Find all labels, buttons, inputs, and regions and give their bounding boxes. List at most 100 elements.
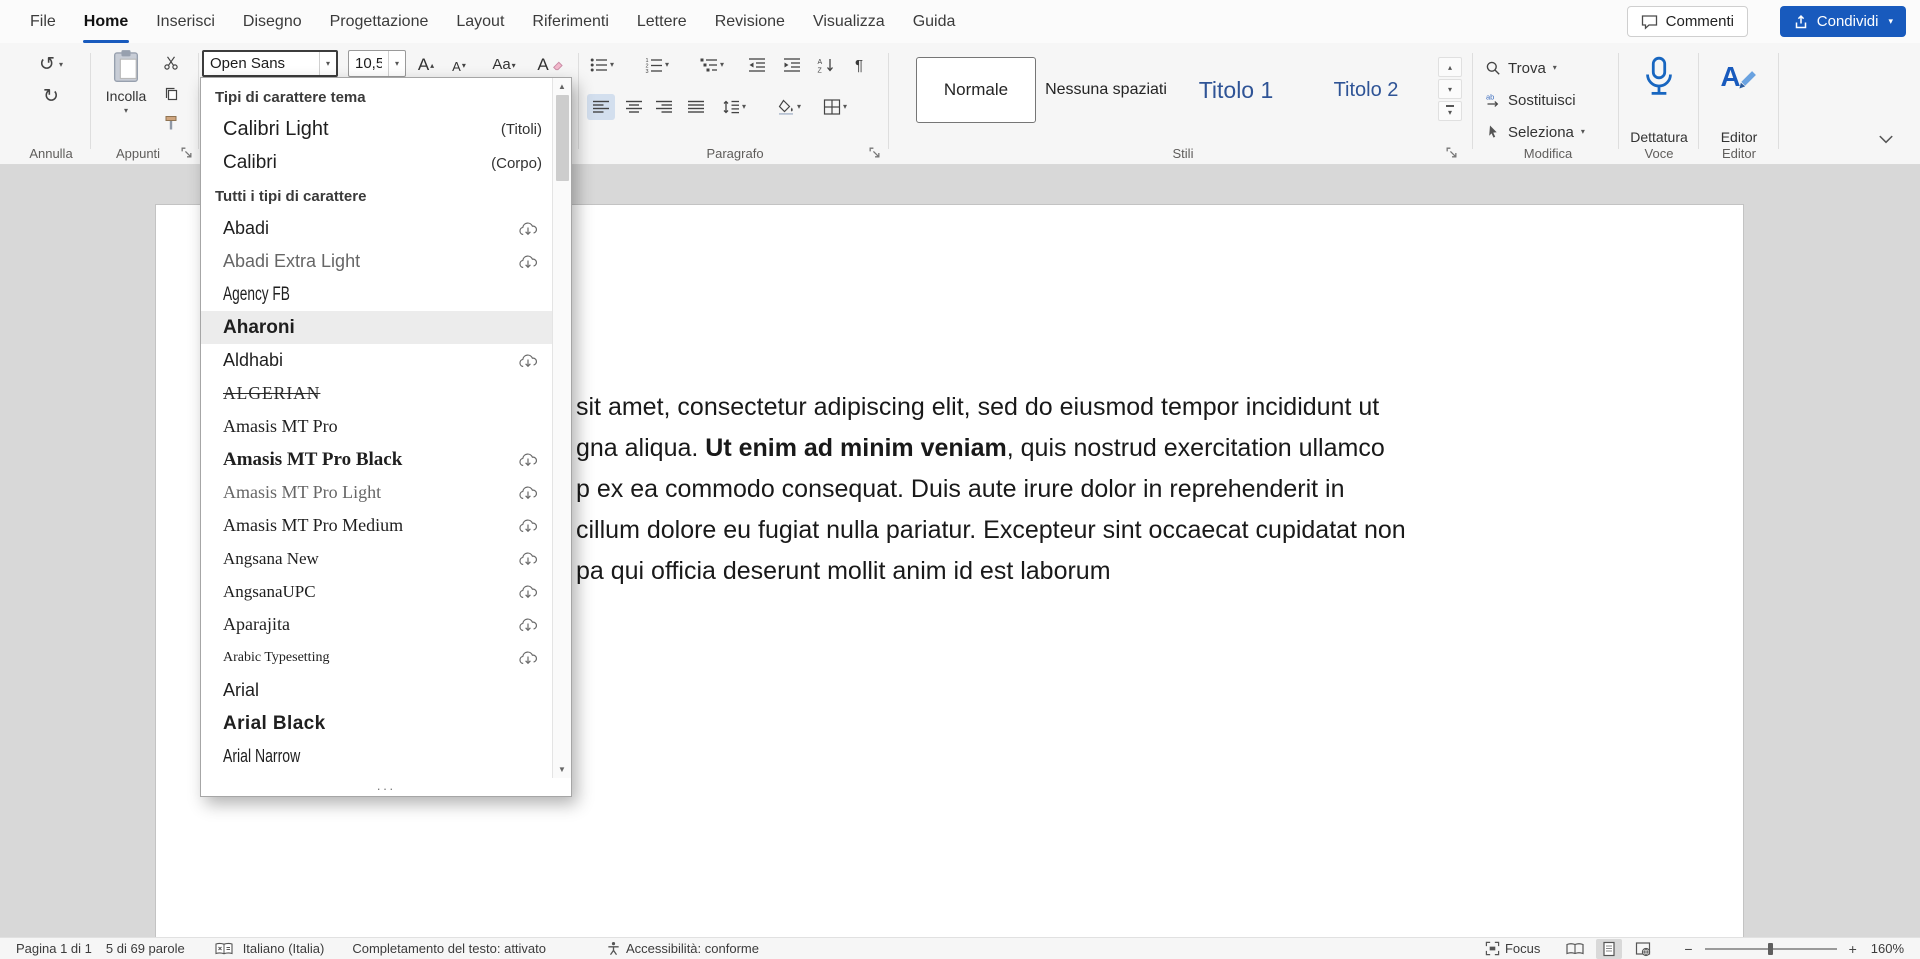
tab-file[interactable]: File: [16, 0, 70, 43]
styles-scroll-up-button[interactable]: ▴: [1438, 57, 1462, 77]
decrease-indent-button[interactable]: [743, 52, 771, 78]
styles-gallery-more-button[interactable]: ▾: [1438, 101, 1462, 121]
zoom-slider[interactable]: [1705, 939, 1837, 959]
font-size-combobox[interactable]: ▾: [348, 50, 406, 77]
font-option-arial[interactable]: Arial: [201, 674, 552, 707]
font-option-arial-black[interactable]: Arial Black: [201, 707, 552, 740]
font-name-input[interactable]: [204, 52, 319, 75]
accessibility-status[interactable]: Accessibilità: conforme: [606, 941, 759, 956]
font-option-arabic-typesetting[interactable]: Arabic Typesetting: [201, 641, 552, 674]
copy-button[interactable]: [158, 81, 184, 105]
chevron-down-icon[interactable]: ▾: [742, 103, 746, 111]
style-normale[interactable]: Normale: [916, 57, 1036, 123]
align-right-button[interactable]: [650, 94, 678, 120]
font-option-abadi[interactable]: Abadi: [201, 212, 552, 245]
dropdown-resize-grip[interactable]: ···: [201, 780, 571, 796]
dictate-button[interactable]: [1622, 55, 1696, 99]
font-option-abadi-extra-light[interactable]: Abadi Extra Light: [201, 245, 552, 278]
line-spacing-button[interactable]: ▾: [715, 94, 753, 120]
style-titolo-1[interactable]: Titolo 1: [1176, 57, 1296, 123]
style-nessuna-spaziatura[interactable]: Nessuna spaziati: [1046, 57, 1166, 123]
tab-riferimenti[interactable]: Riferimenti: [518, 0, 622, 43]
dropdown-scrollbar[interactable]: ▲ ▼: [552, 78, 571, 778]
tab-visualizza[interactable]: Visualizza: [799, 0, 899, 43]
zoom-level[interactable]: 160%: [1871, 941, 1904, 956]
focus-mode-button[interactable]: Focus: [1485, 941, 1540, 956]
chevron-down-icon[interactable]: ▾: [610, 61, 614, 69]
chevron-down-icon[interactable]: ▾: [1553, 64, 1557, 72]
font-option-aharoni[interactable]: Aharoni: [201, 311, 552, 344]
print-layout-button[interactable]: [1596, 939, 1622, 959]
clipboard-dialog-launcher[interactable]: [180, 146, 193, 159]
font-size-input[interactable]: [349, 51, 388, 76]
replace-button[interactable]: Sostituisci: [1485, 88, 1576, 112]
font-option-aldhabi[interactable]: Aldhabi: [201, 344, 552, 377]
chevron-down-icon[interactable]: ▾: [59, 61, 63, 69]
align-center-button[interactable]: [620, 94, 648, 120]
proofing-status[interactable]: [215, 942, 233, 956]
comments-button[interactable]: Commenti: [1627, 6, 1748, 37]
chevron-down-icon[interactable]: ▾: [843, 103, 847, 111]
tab-lettere[interactable]: Lettere: [623, 0, 701, 43]
shading-button[interactable]: ▾: [770, 94, 808, 120]
find-button[interactable]: Trova ▾: [1485, 56, 1557, 80]
chevron-down-icon[interactable]: ▾: [124, 107, 128, 115]
style-titolo-2[interactable]: Titolo 2: [1306, 57, 1426, 123]
font-option-amasis-mt-pro-light[interactable]: Amasis MT Pro Light: [201, 476, 552, 509]
justify-button[interactable]: [682, 94, 710, 120]
editor-button[interactable]: [1702, 55, 1776, 95]
web-layout-button[interactable]: [1630, 939, 1656, 959]
font-option-arial-narrow[interactable]: Arial Narrow: [201, 740, 552, 773]
bullets-button[interactable]: ▾: [584, 52, 620, 78]
chevron-down-icon[interactable]: ▾: [319, 52, 336, 75]
select-button[interactable]: Seleziona ▾: [1485, 120, 1585, 144]
multilevel-list-button[interactable]: ▾: [694, 52, 730, 78]
tab-layout[interactable]: Layout: [442, 0, 518, 43]
read-mode-button[interactable]: [1562, 939, 1588, 959]
chevron-down-icon[interactable]: ▾: [1581, 128, 1585, 136]
styles-scroll-down-button[interactable]: ▾: [1438, 79, 1462, 99]
format-painter-button[interactable]: [158, 111, 184, 135]
numbering-button[interactable]: ▾: [639, 52, 675, 78]
chevron-down-icon[interactable]: ▾: [797, 103, 801, 111]
paragraph-dialog-launcher[interactable]: [868, 146, 881, 159]
cut-button[interactable]: [158, 51, 184, 75]
shrink-font-button[interactable]: A ▾: [444, 50, 474, 77]
font-option-algerian[interactable]: ALGERIAN: [201, 377, 552, 410]
tab-progettazione[interactable]: Progettazione: [316, 0, 443, 43]
tab-revisione[interactable]: Revisione: [701, 0, 799, 43]
scroll-down-arrow[interactable]: ▼: [553, 761, 571, 778]
font-option-angsana-new[interactable]: Angsana New: [201, 542, 552, 575]
scrollbar-thumb[interactable]: [556, 95, 569, 181]
align-left-button[interactable]: [587, 94, 615, 120]
zoom-in-button[interactable]: +: [1845, 941, 1861, 957]
undo-button[interactable]: ↺ ▾: [12, 55, 90, 74]
collapse-ribbon-button[interactable]: [1878, 135, 1894, 144]
paste-button[interactable]: Incolla ▾: [98, 49, 154, 139]
font-option-amasis-mt-pro-medium[interactable]: Amasis MT Pro Medium: [201, 509, 552, 542]
chevron-down-icon[interactable]: ▾: [388, 51, 405, 76]
borders-button[interactable]: ▾: [816, 94, 854, 120]
share-button[interactable]: Condividi ▾: [1780, 6, 1906, 37]
tab-home[interactable]: Home: [70, 0, 142, 43]
word-count[interactable]: 5 di 69 parole: [106, 941, 185, 956]
redo-button[interactable]: ↻: [12, 87, 90, 106]
font-name-combobox[interactable]: ▾: [202, 50, 338, 77]
chevron-down-icon[interactable]: ▾: [720, 61, 724, 69]
font-option-aparajita[interactable]: Aparajita: [201, 608, 552, 641]
chevron-down-icon[interactable]: ▾: [1888, 16, 1893, 27]
show-formatting-marks-button[interactable]: ¶: [846, 52, 872, 78]
font-option-calibri[interactable]: Calibri (Corpo): [201, 146, 552, 180]
sort-button[interactable]: [812, 52, 840, 78]
scroll-up-arrow[interactable]: ▲: [553, 78, 571, 95]
font-option-agency-fb[interactable]: Agency FB: [201, 278, 552, 311]
tab-disegno[interactable]: Disegno: [229, 0, 316, 43]
increase-indent-button[interactable]: [778, 52, 806, 78]
tab-inserisci[interactable]: Inserisci: [142, 0, 229, 43]
clear-formatting-button[interactable]: A: [534, 50, 566, 77]
language-indicator[interactable]: Italiano (Italia): [243, 941, 325, 956]
change-case-button[interactable]: Aa ▾: [484, 50, 524, 77]
zoom-out-button[interactable]: −: [1680, 941, 1696, 957]
zoom-slider-thumb[interactable]: [1768, 943, 1773, 955]
chevron-down-icon[interactable]: ▾: [665, 61, 669, 69]
